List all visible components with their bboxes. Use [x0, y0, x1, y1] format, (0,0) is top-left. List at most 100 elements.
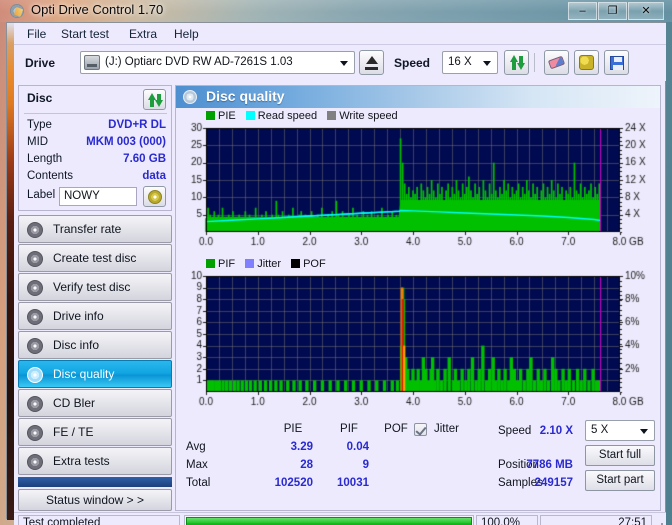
status-window-button[interactable]: Status window > >: [18, 489, 172, 511]
disc-row-mid: MID MKM 003 (000): [27, 136, 166, 152]
jitter-label: Jitter: [434, 423, 459, 435]
legend-swatch-pof: [291, 259, 301, 268]
sidebar-item-disc-quality[interactable]: Disc quality: [18, 360, 172, 388]
speed-label: Speed: [394, 56, 431, 70]
save-floppy-icon: [610, 56, 624, 70]
disc-create-icon: [27, 251, 43, 267]
menu-item-start-test[interactable]: Start test: [56, 26, 114, 42]
disc-row-type-key: Type: [27, 119, 52, 131]
legend-swatch-jitter: [245, 259, 255, 268]
pie-chart-legend: PIE Read speed Write speed: [206, 110, 398, 122]
refresh-button[interactable]: [504, 50, 529, 75]
resize-grip[interactable]: [653, 521, 663, 525]
close-button[interactable]: ✕: [628, 2, 664, 20]
result-position-value: 7786 MB: [526, 459, 573, 471]
disc-extra-icon: [27, 454, 43, 470]
progress-bar-fill: [186, 517, 472, 525]
pif-avg-value: 0.04: [346, 441, 369, 453]
sidebar-item-fe-te[interactable]: FE / TE: [18, 418, 172, 446]
start-part-button[interactable]: Start part: [585, 470, 655, 491]
panel-header: Disc quality: [176, 86, 660, 108]
drive-select[interactable]: (J:) Optiarc DVD RW AD-7261S 1.03: [80, 51, 355, 74]
title-bar: Opti Drive Control 1.70 – ❐ ✕: [0, 0, 672, 22]
minimize-button[interactable]: –: [568, 2, 597, 20]
eject-icon-bar: [365, 67, 378, 70]
results-header-pif: PIF: [340, 423, 358, 435]
app-window: File Start test Extra Help Drive (J:) Op…: [6, 22, 666, 525]
legend-label-pif: PIF: [218, 258, 236, 270]
toolbar-separator: [534, 53, 535, 72]
sidebar-item-label: FE / TE: [53, 425, 94, 439]
disc-verify-icon: [27, 280, 43, 296]
progress-percent: 100.0%: [476, 515, 538, 525]
sidebar-item-extra-tests[interactable]: Extra tests: [18, 447, 172, 475]
menu-item-help[interactable]: Help: [169, 26, 204, 42]
maximize-button[interactable]: ❐: [598, 2, 627, 20]
results-area: PIE PIF POF Jitter Avg Max Total 3.29 28…: [176, 416, 660, 512]
pif-chart: [176, 270, 660, 414]
eraser-icon: [547, 55, 566, 70]
menu-item-extra[interactable]: Extra: [124, 26, 162, 42]
page-title: Disc quality: [206, 88, 285, 104]
sidebar-item-transfer-rate[interactable]: Transfer rate: [18, 215, 172, 243]
disc-row-contents-value: data: [142, 170, 166, 182]
start-full-button[interactable]: Start full: [585, 445, 655, 466]
result-speed-value: 2.10 X: [539, 425, 573, 437]
legend-label-pof: POF: [303, 258, 326, 270]
eject-icon: [366, 56, 378, 64]
legend-swatch-pif: [206, 259, 215, 268]
disc-refresh-button[interactable]: [143, 89, 166, 110]
disc-quality-icon: [183, 90, 197, 104]
speed-select[interactable]: 16 X: [442, 51, 498, 74]
save-button[interactable]: [604, 50, 629, 75]
drive-label: Drive: [25, 56, 56, 70]
pie-total-value: 102520: [274, 477, 313, 489]
disc-label-input[interactable]: NOWY: [59, 187, 137, 206]
sidebar-item-create-test-disc[interactable]: Create test disc: [18, 244, 172, 272]
disc-panel-title: Disc: [27, 91, 53, 105]
eject-button[interactable]: [359, 50, 384, 75]
disc-row-length: Length 7.60 GB: [27, 153, 166, 169]
settings-button[interactable]: [574, 50, 599, 75]
disc-label-button[interactable]: [143, 186, 166, 207]
pif-chart-legend: PIF Jitter POF: [206, 258, 326, 270]
menu-item-file[interactable]: File: [22, 26, 51, 42]
disc-row-mid-value: MKM 003 (000): [86, 136, 166, 148]
sidebar-item-cd-bler[interactable]: CD Bler: [18, 389, 172, 417]
test-speed-select[interactable]: 5 X: [585, 420, 655, 441]
sidebar-item-label: Extra tests: [53, 454, 110, 468]
disc-row-type-value: DVD+R DL: [108, 119, 166, 131]
progress-bar: [184, 515, 474, 525]
jitter-checkbox[interactable]: [414, 423, 427, 436]
status-bar: Test completed 100.0% 27:51: [14, 512, 666, 525]
pie-max-value: 28: [300, 459, 313, 471]
disc-quality-panel: Disc quality PIE Read speed Write speed …: [175, 85, 661, 511]
pif-max-value: 9: [362, 459, 369, 471]
sidebar-item-label: Drive info: [53, 309, 104, 323]
sidebar-item-label: Verify test disc: [53, 280, 131, 294]
sidebar-item-verify-test-disc[interactable]: Verify test disc: [18, 273, 172, 301]
legend-swatch-write-speed: [327, 111, 337, 120]
sidebar-item-label: CD Bler: [53, 396, 96, 410]
sidebar-gradient-bar: [18, 477, 172, 487]
disc-panel-divider: [24, 113, 167, 114]
status-message: Test completed: [18, 515, 180, 525]
sidebar-item-label: Transfer rate: [53, 222, 122, 236]
drive-icon: [84, 55, 100, 70]
disc-row-type: Type DVD+R DL: [27, 119, 166, 135]
legend-label-read-speed: Read speed: [257, 110, 318, 122]
pif-total-value: 10031: [337, 477, 369, 489]
erase-button[interactable]: [544, 50, 569, 75]
sidebar-item-drive-info[interactable]: Drive info: [18, 302, 172, 330]
results-header-pof: POF: [384, 423, 408, 435]
disc-quality-icon: [27, 367, 43, 383]
app-disc-icon: [10, 4, 24, 18]
drive-toolbar: Drive (J:) Optiarc DVD RW AD-7261S 1.03 …: [14, 45, 666, 81]
legend-swatch-pie: [206, 111, 215, 120]
sidebar-item-disc-info[interactable]: Disc info: [18, 331, 172, 359]
sidebar-item-label: Disc quality: [53, 367, 115, 381]
drive-select-value: (J:) Optiarc DVD RW AD-7261S 1.03: [105, 56, 293, 68]
legend-label-pie: PIE: [218, 110, 236, 122]
result-samples-value: 249157: [534, 477, 573, 489]
disc-info-panel: Disc Type DVD+R DL MID MKM 003 (000) Len…: [18, 85, 172, 211]
